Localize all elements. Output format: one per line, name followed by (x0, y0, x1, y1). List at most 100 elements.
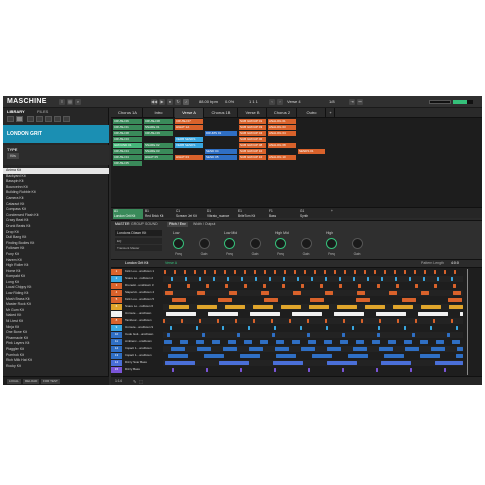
note-event[interactable] (180, 340, 188, 344)
note-event[interactable] (457, 347, 463, 351)
pattern-grid-row[interactable] (163, 318, 463, 324)
note-event[interactable] (388, 340, 396, 344)
clip-cell[interactable]: ANALOG 03 (268, 125, 296, 131)
sample-icon[interactable] (54, 116, 61, 122)
instrument-icon[interactable] (16, 116, 23, 122)
note-event[interactable] (436, 340, 444, 344)
note-event[interactable] (197, 291, 205, 295)
note-event[interactable] (453, 284, 456, 288)
note-event[interactable] (274, 270, 276, 274)
note-event[interactable] (204, 270, 206, 274)
note-event[interactable] (409, 277, 411, 281)
clip-cell[interactable]: ANALOG 04 (268, 131, 296, 137)
note-event[interactable] (342, 368, 344, 372)
note-event[interactable] (358, 284, 361, 288)
note-event[interactable] (421, 291, 429, 295)
note-event[interactable] (294, 270, 296, 274)
note-event[interactable] (396, 284, 399, 288)
note-event[interactable] (423, 277, 425, 281)
note-event[interactable] (334, 312, 364, 316)
clip-cell[interactable]: HIHAT 1A (175, 125, 203, 131)
note-event[interactable] (325, 277, 327, 281)
pattern-grid-row[interactable] (163, 332, 463, 338)
knob-control[interactable] (300, 238, 312, 249)
note-event[interactable] (381, 361, 411, 365)
note-event[interactable] (224, 270, 226, 274)
note-event[interactable] (297, 277, 299, 281)
note-event[interactable] (449, 305, 463, 309)
note-event[interactable] (448, 298, 462, 302)
note-event[interactable] (168, 284, 171, 288)
note-event[interactable] (165, 291, 173, 295)
note-event[interactable] (250, 312, 280, 316)
note-event[interactable] (452, 340, 460, 344)
note-event[interactable] (164, 340, 172, 344)
note-event[interactable] (320, 284, 323, 288)
note-event[interactable] (434, 284, 437, 288)
note-event[interactable] (343, 319, 345, 323)
note-event[interactable] (456, 326, 458, 330)
pattern-grid-row[interactable] (163, 367, 463, 373)
note-event[interactable] (170, 326, 172, 330)
note-event[interactable] (404, 270, 406, 274)
note-event[interactable] (420, 354, 440, 358)
tab-library[interactable]: LIBRARY (7, 109, 25, 114)
pattern-icon[interactable] (45, 116, 52, 122)
note-event[interactable] (276, 354, 296, 358)
clip-cell[interactable]: CRUSH 08 (144, 119, 173, 125)
note-event[interactable] (307, 333, 310, 337)
note-event[interactable] (337, 305, 357, 309)
product-selector[interactable]: LONDON GRIT (3, 125, 109, 143)
note-event[interactable] (272, 333, 275, 337)
sound-name[interactable]: Tambour...unsDown (123, 318, 161, 324)
note-event[interactable] (199, 277, 201, 281)
note-event[interactable] (372, 340, 380, 344)
note-event[interactable] (264, 270, 266, 274)
note-event[interactable] (444, 368, 446, 372)
note-event[interactable] (225, 284, 228, 288)
note-event[interactable] (253, 305, 273, 309)
knob-control[interactable] (224, 238, 235, 249)
play-icon[interactable]: ▶ (159, 99, 165, 105)
note-event[interactable] (255, 277, 257, 281)
sound-name[interactable]: Snare Lo...nsDown 2 (123, 276, 161, 282)
note-event[interactable] (379, 319, 381, 323)
clip-cell[interactable]: GROUND 01 (113, 143, 142, 149)
note-event[interactable] (244, 270, 246, 274)
filter-icon[interactable] (7, 116, 14, 122)
note-event[interactable] (356, 340, 364, 344)
note-event[interactable] (293, 291, 301, 295)
clip-cell[interactable]: CRUSH 07 (175, 119, 203, 125)
note-event[interactable] (228, 340, 236, 344)
effect-icon[interactable] (63, 116, 70, 122)
note-event[interactable] (222, 326, 224, 330)
reload-button[interactable]: RELOAD (23, 379, 40, 384)
note-event[interactable] (204, 354, 224, 358)
clip-cell[interactable]: SUB GROUP 08 (239, 143, 266, 149)
note-event[interactable] (377, 284, 380, 288)
sound-name[interactable]: Dizzy Bass (123, 367, 161, 373)
note-event[interactable] (430, 326, 432, 330)
note-event[interactable] (420, 340, 428, 344)
knob-control[interactable] (173, 238, 184, 249)
note-event[interactable] (418, 312, 448, 316)
note-event[interactable] (253, 319, 255, 323)
note-event[interactable] (309, 305, 329, 309)
section-header-item[interactable]: Verse B (239, 108, 267, 118)
note-event[interactable] (249, 347, 263, 351)
note-event[interactable] (292, 312, 322, 316)
note-event[interactable] (171, 347, 185, 351)
clip-cell[interactable]: SUB GROUP 06 (239, 137, 266, 143)
note-event[interactable] (212, 340, 220, 344)
note-event[interactable] (456, 354, 463, 358)
note-event[interactable] (395, 277, 397, 281)
note-event[interactable] (342, 333, 345, 337)
note-event[interactable] (282, 284, 285, 288)
note-event[interactable] (264, 298, 278, 302)
note-event[interactable] (169, 305, 189, 309)
clip-cell[interactable]: HIHAT 05 (144, 155, 173, 161)
note-event[interactable] (376, 368, 378, 372)
note-event[interactable] (310, 298, 324, 302)
note-event[interactable] (244, 340, 252, 344)
note-event[interactable] (376, 312, 406, 316)
